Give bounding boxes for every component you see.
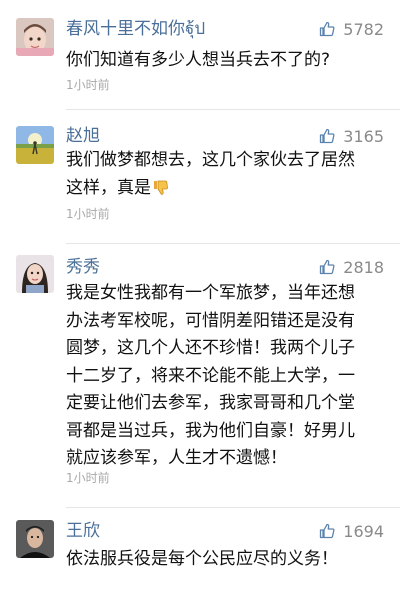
like-count: 5782 bbox=[343, 19, 384, 39]
like-count: 2818 bbox=[343, 257, 384, 277]
comment-item: 王欣 1694 依法服兵役是每个公民应尽的义务！ bbox=[0, 508, 400, 597]
avatar[interactable] bbox=[16, 18, 54, 56]
comment-line: 我们做梦都想去，这几个家伙去了居然 bbox=[66, 150, 355, 170]
thumbs-down-emoji-icon bbox=[152, 178, 170, 196]
comment-line: 我是女性我都有一个军旅梦，当年还想 bbox=[66, 283, 355, 303]
avatar-child-image bbox=[16, 18, 54, 56]
avatar-man-image bbox=[16, 520, 54, 558]
like-button[interactable]: 1694 bbox=[319, 521, 384, 541]
like-button[interactable]: 5782 bbox=[319, 19, 384, 39]
thumbs-up-icon bbox=[319, 128, 335, 144]
thumbs-up-icon bbox=[319, 21, 335, 37]
timestamp: 1小时前 bbox=[66, 207, 110, 221]
username[interactable]: 赵旭 bbox=[66, 126, 100, 146]
avatar[interactable] bbox=[16, 255, 54, 293]
comment-line-text: 这样，真是 bbox=[66, 177, 151, 198]
thumbs-up-icon bbox=[319, 259, 335, 275]
like-button[interactable]: 2818 bbox=[319, 257, 384, 277]
like-count: 1694 bbox=[343, 521, 384, 541]
avatar-woman-image bbox=[16, 255, 54, 293]
comment-item: 赵旭 3165 我们做梦都想去，这几个家伙去了居然 这样，真是 1小时前 bbox=[0, 110, 400, 244]
avatar[interactable] bbox=[16, 126, 54, 164]
timestamp: 1小时前 bbox=[66, 78, 110, 92]
username[interactable]: 王欣 bbox=[66, 521, 100, 541]
comment-line: 依法服兵役是每个公民应尽的义务！ bbox=[66, 549, 338, 569]
comment-item: 春风十里不如你ฐุ้ป 5782 你们知道有多少人想当兵去不了的? 1小时前 bbox=[0, 0, 400, 110]
avatar[interactable] bbox=[16, 520, 54, 558]
comment-line: 这样，真是 bbox=[66, 175, 388, 203]
comment-text: 我们做梦都想去，这几个家伙去了居然 这样，真是 bbox=[66, 147, 388, 202]
username[interactable]: 春风十里不如你ฐุ้ป bbox=[66, 19, 205, 39]
comment-text: 你们知道有多少人想当兵去不了的? bbox=[66, 47, 388, 75]
thumbs-up-icon bbox=[319, 523, 335, 539]
username[interactable]: 秀秀 bbox=[66, 257, 100, 277]
comment-text: 依法服兵役是每个公民应尽的义务！ bbox=[66, 546, 388, 574]
comment-line: 办法考军校呢，可惜阴差阳错还是没有 bbox=[66, 310, 355, 331]
comment-line: 哥都是当过兵，我为他们自豪！好男儿 bbox=[66, 420, 355, 441]
like-count: 3165 bbox=[343, 126, 384, 146]
comment-line: 定要让他们去参军，我家哥哥和几个堂 bbox=[66, 393, 355, 413]
avatar-field-image bbox=[16, 126, 54, 164]
comment-line: 圆梦，这几个人还不珍惜！我两个儿子 bbox=[66, 338, 355, 358]
comment-line: 就应该参军，人生才不遗憾！ bbox=[66, 448, 287, 468]
comment-line: 十二岁了，将来不论能不能上大学，一 bbox=[66, 365, 355, 386]
timestamp: 1小时前 bbox=[66, 471, 110, 485]
comment-text: 我是女性我都有一个军旅梦，当年还想 办法考军校呢，可惜阴差阳错还是没有 圆梦，这… bbox=[66, 280, 388, 473]
like-button[interactable]: 3165 bbox=[319, 126, 384, 146]
comment-line: 你们知道有多少人想当兵去不了的? bbox=[66, 50, 331, 70]
comment-item: 秀秀 2818 我是女性我都有一个军旅梦，当年还想 办法考军校呢，可惜阴差阳错还… bbox=[0, 244, 400, 508]
